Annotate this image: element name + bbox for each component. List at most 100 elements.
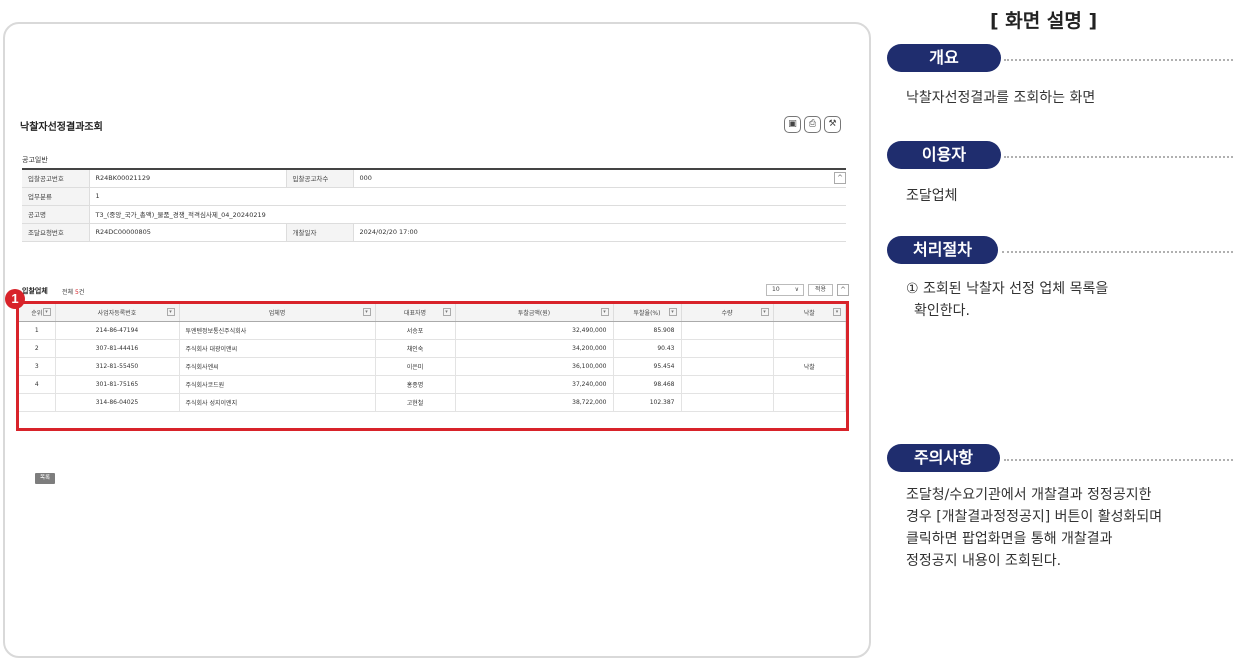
cell-qty [681, 393, 774, 412]
info-row: 업무분류 1 [22, 187, 846, 206]
col-label: 대표자명 [403, 309, 427, 317]
notice-section-label: 공고일반 [22, 156, 48, 164]
cell-company: 주식회사엔씨 [179, 357, 376, 376]
bidders-grid: 순위 ▾ 사업자등록번호 ▾ 업체명 ▾ 대표자명 ▾ 투찰금액(원) ▾ 투찰율(%) ▾… [19, 304, 846, 412]
cell-award [773, 393, 846, 412]
cell-company: 주식회사코드원 [179, 375, 376, 394]
user-label: 이용자 [887, 141, 1001, 169]
sort-icon[interactable]: ▾ [760, 308, 769, 316]
cell-ceo: 홍종명 [375, 375, 456, 394]
col-header-rank[interactable]: 순위 ▾ [19, 304, 56, 322]
info-label: 공고명 [22, 205, 90, 224]
cell-bizno: 314-86-04025 [55, 393, 180, 412]
cell-rank: 3 [19, 357, 56, 376]
sort-icon[interactable]: ▾ [668, 308, 677, 316]
info-value: 2024/02/20 17:00 [353, 223, 846, 242]
cell-rank [19, 393, 56, 412]
cell-company: 투엔텐정보통신주식회사 [179, 321, 376, 340]
step-marker-badge: 1 [5, 289, 25, 309]
table-row[interactable]: 314-86-04025 주식회사 성지이엔지 고현철 38,722,000 1… [19, 393, 846, 412]
sort-icon[interactable]: ▾ [600, 308, 609, 316]
divider [1002, 251, 1233, 253]
sort-icon[interactable]: ▾ [442, 308, 451, 316]
cell-award [773, 339, 846, 358]
cell-rate: 98.468 [613, 375, 682, 394]
cell-ceo: 채인숙 [375, 339, 456, 358]
cell-rank: 4 [19, 375, 56, 394]
info-row: 공고명 T3_(중앙_국가_총액)_물품_경쟁_적격심사제_04_2024021… [22, 205, 846, 224]
cell-ceo: 이은미 [375, 357, 456, 376]
caution-text-line4: 정정공지 내용이 조회된다. [906, 553, 1062, 569]
cell-qty [681, 375, 774, 394]
info-value: T3_(중앙_국가_총액)_물품_경쟁_적격심사제_04_20240219 [89, 205, 846, 224]
description-title: [ 화면 설명 ] [990, 10, 1098, 32]
col-label: 수량 [721, 309, 733, 317]
cell-ceo: 서승포 [375, 321, 456, 340]
info-value: R24BK00021129 [89, 169, 286, 188]
table-row[interactable]: 1 214-86-47194 투엔텐정보통신주식회사 서승포 32,490,00… [19, 321, 846, 340]
table-row[interactable]: 3 312-81-55450 주식회사엔씨 이은미 36,100,000 95.… [19, 357, 846, 376]
cell-award: 낙찰 [773, 357, 846, 376]
cell-bizno: 214-86-47194 [55, 321, 180, 340]
collapse-bidders-button[interactable]: ^ [837, 284, 850, 296]
cell-qty [681, 357, 774, 376]
cell-amount: 34,200,000 [455, 339, 614, 358]
col-label: 업체명 [268, 309, 286, 317]
print-icon[interactable]: ⎙ [804, 116, 821, 133]
info-label: 개찰일자 [285, 223, 354, 242]
info-label: 조달요청번호 [22, 223, 90, 242]
col-label: 투찰율(%) [633, 309, 661, 317]
divider [1004, 459, 1233, 461]
col-label: 투찰금액(원) [517, 309, 551, 317]
table-row[interactable]: 2 307-81-44416 주식회사 대광이앤씨 채인숙 34,200,000… [19, 339, 846, 358]
cell-bizno: 312-81-55450 [55, 357, 180, 376]
col-header-qty[interactable]: 수량 ▾ [681, 304, 774, 322]
apply-button[interactable]: 적용 [808, 284, 834, 296]
bidders-count: 전체 5건 [62, 287, 84, 296]
cell-award [773, 375, 846, 394]
info-label: 입찰공고차수 [285, 169, 354, 188]
sort-icon[interactable]: ▾ [166, 308, 175, 316]
cell-amount: 32,490,000 [455, 321, 614, 340]
cell-amount: 36,100,000 [455, 357, 614, 376]
page-size-select[interactable]: 10 ∨ [766, 284, 804, 296]
col-header-bizno[interactable]: 사업자등록번호 ▾ [55, 304, 180, 322]
floppy-icon[interactable]: ▣ [784, 116, 801, 133]
bidders-title: 입찰업체 [22, 287, 48, 295]
sort-icon[interactable]: ▾ [42, 308, 51, 316]
cell-rank: 1 [19, 321, 56, 340]
sort-icon[interactable]: ▾ [833, 308, 841, 316]
col-header-rate[interactable]: 투찰율(%) ▾ [613, 304, 682, 322]
cell-rate: 102.387 [613, 393, 682, 412]
bidders-grid-highlight: 순위 ▾ 사업자등록번호 ▾ 업체명 ▾ 대표자명 ▾ 투찰금액(원) ▾ 투찰율(%) ▾… [16, 301, 849, 431]
cell-rank: 2 [19, 339, 56, 358]
col-header-ceo[interactable]: 대표자명 ▾ [375, 304, 456, 322]
wrench-icon[interactable]: ⚒ [824, 116, 841, 133]
info-label: 입찰공고번호 [22, 169, 90, 188]
col-label: 낙찰 [803, 309, 815, 317]
cell-amount: 38,722,000 [455, 393, 614, 412]
caution-text-line1: 조달청/수요기관에서 개찰결과 정정공지한 [906, 487, 1152, 503]
table-row[interactable]: 4 301-81-75165 주식회사코드원 홍종명 37,240,000 98… [19, 375, 846, 394]
sort-icon[interactable]: ▾ [362, 308, 371, 316]
info-value: 1 [89, 187, 846, 206]
overview-text: 낙찰자선정결과를 조회하는 화면 [906, 90, 1096, 106]
list-button[interactable]: 목록 [35, 473, 55, 484]
col-header-award[interactable]: 낙찰 ▾ [773, 304, 846, 322]
col-header-amount[interactable]: 투찰금액(원) ▾ [455, 304, 614, 322]
col-label: 사업자등록번호 [97, 309, 137, 317]
cell-rate: 90.43 [613, 339, 682, 358]
cell-ceo: 고현철 [375, 393, 456, 412]
cell-amount: 37,240,000 [455, 375, 614, 394]
toolbar-icons: ▣ ⎙ ⚒ [784, 116, 841, 133]
grid-header-row: 순위 ▾ 사업자등록번호 ▾ 업체명 ▾ 대표자명 ▾ 투찰금액(원) ▾ 투찰율(%) ▾… [19, 304, 846, 322]
cell-company: 주식회사 대광이앤씨 [179, 339, 376, 358]
info-row: 조달요청번호 R24DC00000805 개찰일자 2024/02/20 17:… [22, 223, 846, 242]
overview-label: 개요 [887, 44, 1001, 72]
cell-rate: 95.454 [613, 357, 682, 376]
info-row: 입찰공고번호 R24BK00021129 입찰공고차수 000 [22, 169, 846, 188]
procedure-label: 처리절차 [887, 236, 998, 264]
col-header-company[interactable]: 업체명 ▾ [179, 304, 376, 322]
pager-controls: 10 ∨ 적용 ^ [766, 284, 850, 296]
cell-bizno: 301-81-75165 [55, 375, 180, 394]
